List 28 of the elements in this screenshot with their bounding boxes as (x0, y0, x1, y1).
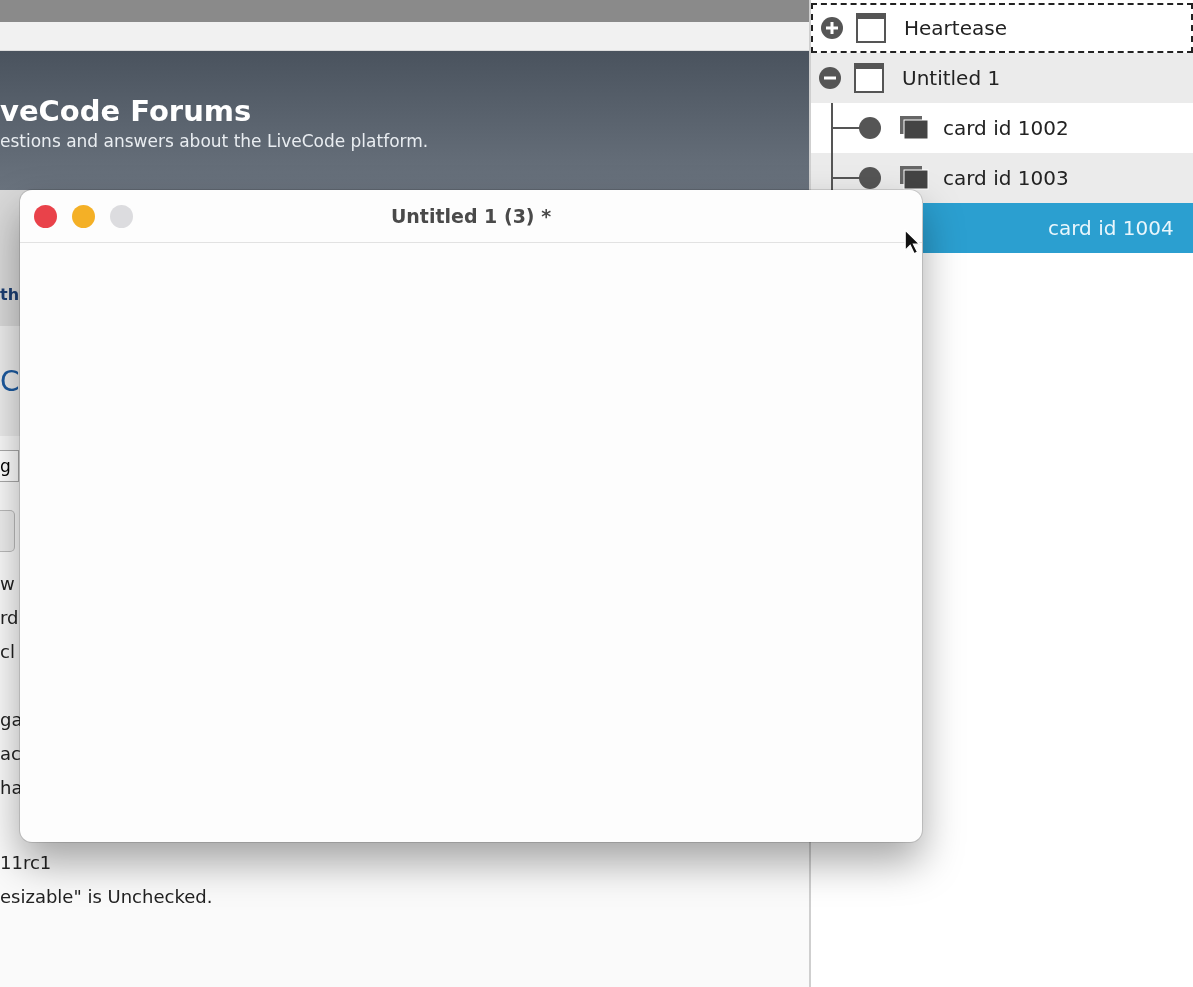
focused-tree-row[interactable]: Heartease (811, 3, 1193, 53)
post-text: cl (0, 640, 16, 662)
post-text: rd (0, 606, 20, 628)
window-icon (856, 13, 886, 43)
tree-label: Untitled 1 (902, 66, 1001, 90)
expand-icon[interactable] (820, 16, 844, 40)
tree-label: card id 1004 (1048, 216, 1174, 240)
tree-label: card id 1002 (943, 116, 1069, 140)
window-icon (854, 63, 884, 93)
forum-heading: C (0, 364, 20, 398)
tree-row[interactable]: Untitled 1 (811, 53, 1193, 103)
window-title: Untitled 1 (3) * (390, 205, 552, 227)
forum-subtitle: estions and answers about the LiveCode platform. (0, 130, 430, 153)
post-text: ac (0, 742, 20, 764)
tree-label: Heartease (904, 16, 1007, 40)
cards-icon (899, 115, 931, 141)
tree-row[interactable]: card id 1003 (811, 153, 1193, 203)
input-field[interactable]: g (0, 450, 19, 482)
forum-link[interactable]: th (0, 284, 20, 304)
tree-label: card id 1003 (943, 166, 1069, 190)
post-text: esizable" is Unchecked. (0, 885, 214, 909)
collapse-icon[interactable] (818, 66, 842, 90)
post-text: ga (0, 708, 20, 730)
post-text: w (0, 572, 16, 594)
forum-title: veCode Forums (0, 93, 253, 129)
post-text: ha (0, 776, 20, 798)
close-button[interactable] (34, 204, 57, 228)
post-text: 11rc1 (0, 851, 53, 875)
